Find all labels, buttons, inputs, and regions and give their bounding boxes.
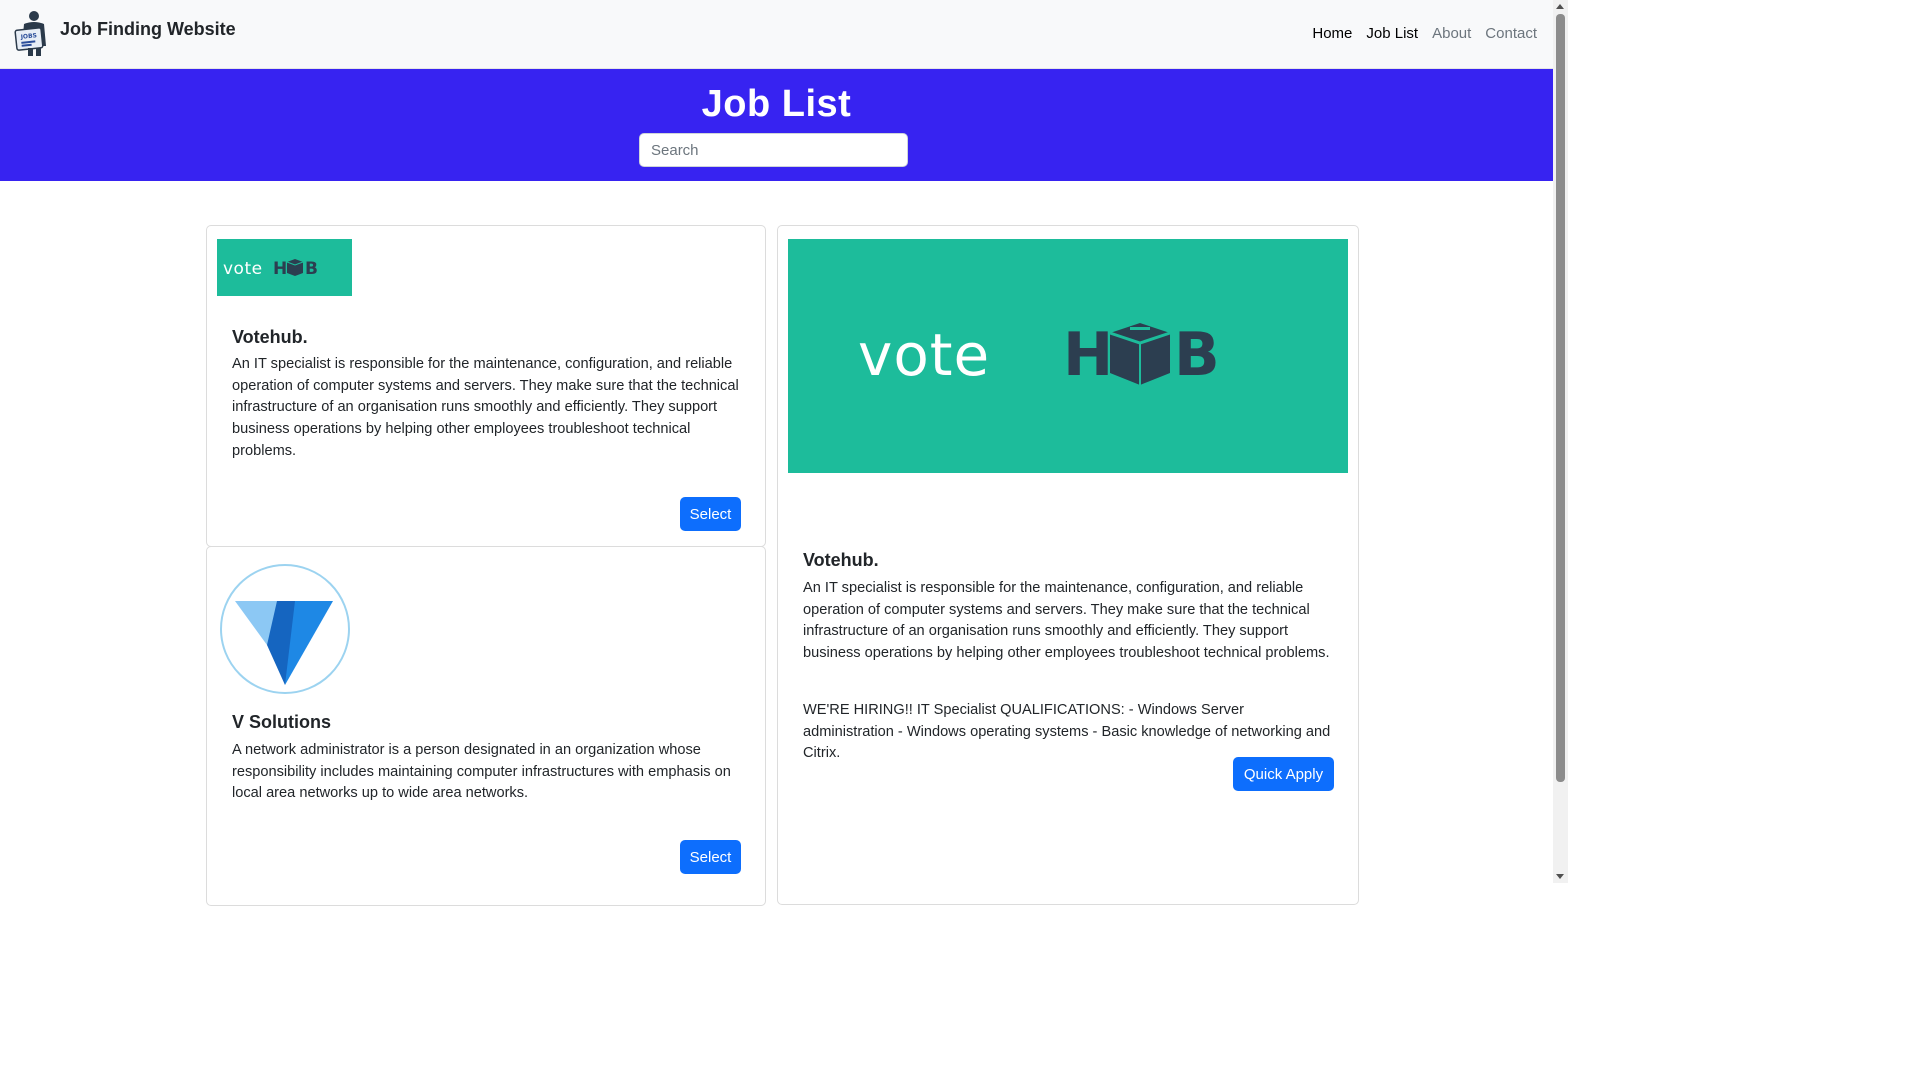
detail-company-name: Votehub. [803, 550, 879, 570]
select-job-button[interactable]: Select [680, 840, 741, 874]
select-job-button[interactable]: Select [680, 497, 741, 531]
search-input[interactable] [639, 133, 908, 167]
scrollbar-thumb[interactable] [1556, 14, 1565, 782]
job-company-name: V Solutions [232, 712, 331, 732]
votehub-logo-icon: vote H B [858, 321, 1220, 390]
job-description: A network administrator is a person desi… [232, 742, 731, 802]
navbar: JOBS Job Finding Website Home Job List A… [0, 0, 1553, 69]
svg-text:H: H [1063, 321, 1113, 390]
job-company-name: Votehub. [232, 327, 308, 347]
nav-job-list[interactable]: Job List [1366, 25, 1418, 42]
quick-apply-button[interactable]: Quick Apply [1233, 757, 1334, 791]
nav-contact[interactable]: Contact [1485, 25, 1537, 42]
votehub-logo-icon: vote H B [223, 258, 318, 279]
svg-text:vote: vote [223, 259, 263, 279]
votehub-logo-large: vote H B [788, 239, 1348, 473]
scroll-up-arrow-icon[interactable] [1556, 4, 1564, 9]
scroll-down-arrow-icon[interactable] [1556, 874, 1564, 879]
job-card-v-solutions: V Solutions A network administrator is a… [206, 546, 766, 906]
main-nav: Home Job List About Contact [1312, 25, 1537, 42]
nav-about[interactable]: About [1432, 25, 1471, 42]
votehub-logo: vote H B [217, 239, 352, 296]
nav-home[interactable]: Home [1312, 25, 1352, 42]
detail-description: An IT specialist is responsible for the … [803, 580, 1330, 662]
hero-banner: Job List [0, 69, 1553, 181]
page-scrollbar[interactable] [1553, 0, 1568, 883]
svg-text:H: H [273, 259, 287, 279]
brand[interactable]: JOBS Job Finding Website [14, 10, 236, 56]
svg-text:B: B [305, 259, 318, 279]
brand-title: Job Finding Website [60, 18, 236, 39]
page-title: Job List [701, 83, 852, 125]
job-description: An IT specialist is responsible for the … [232, 356, 739, 459]
svg-text:vote: vote [858, 321, 990, 389]
svg-text:B: B [1174, 321, 1220, 390]
job-card-votehub: vote H B Votehub. An IT specialist is re… [206, 225, 766, 547]
v-solutions-logo-icon [220, 564, 350, 694]
job-seeker-logo-icon: JOBS [14, 11, 46, 56]
job-detail-card: vote H B Votehub. An IT specialist is re… [777, 225, 1359, 905]
detail-qualifications: WE'RE HIRING!! IT Specialist QUALIFICATI… [803, 702, 1331, 762]
